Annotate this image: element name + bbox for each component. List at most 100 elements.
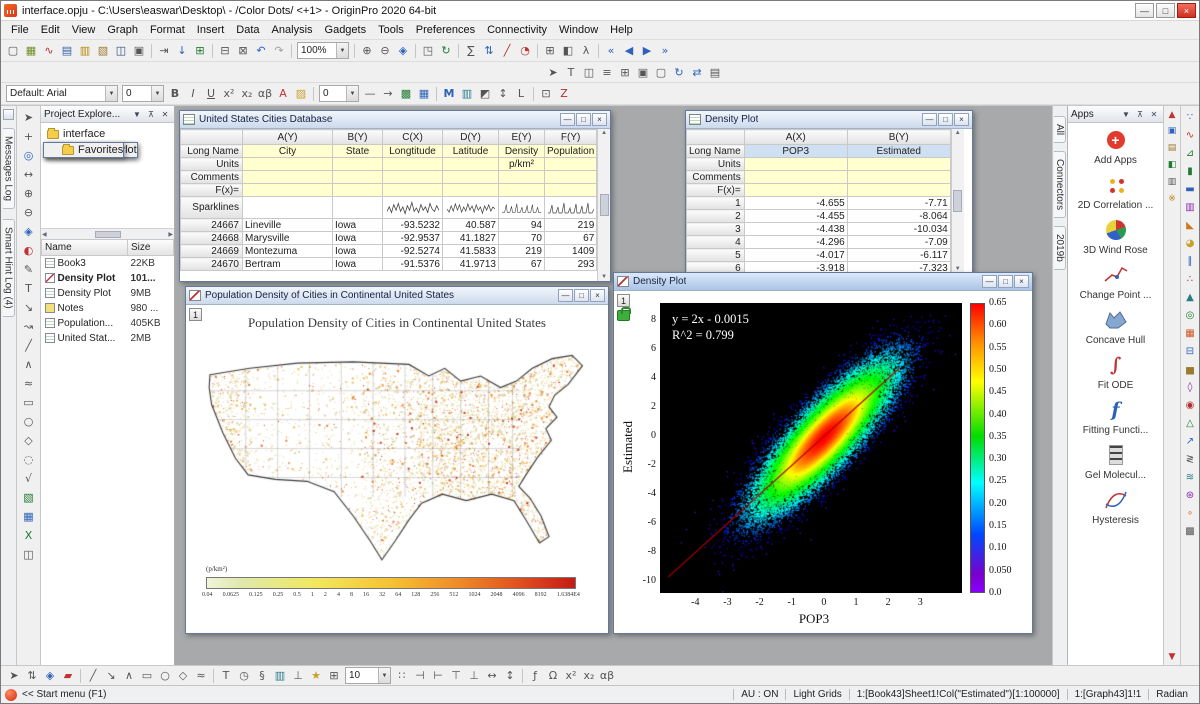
dock-tab[interactable]: Messages Log — [3, 128, 15, 209]
draw-data-tool[interactable]: ✎ — [19, 260, 39, 279]
apps-dock-tab[interactable]: 2019b — [1054, 226, 1066, 270]
scroll-thumb[interactable] — [95, 231, 121, 238]
app-item-concave-hull[interactable]: Concave Hull — [1070, 307, 1161, 346]
pointer-tool[interactable]: ➤ — [19, 108, 39, 127]
sparkline-population[interactable] — [545, 197, 597, 219]
chevron-down-icon[interactable]: ▼ — [346, 86, 358, 101]
new-freehand-button[interactable]: ≈ — [192, 667, 210, 684]
column-header[interactable]: E(Y) — [499, 130, 545, 145]
cell[interactable]: 219 — [499, 245, 545, 258]
region-tool[interactable]: ◌ — [19, 450, 39, 469]
long-name-cell[interactable]: POP3 — [744, 145, 847, 158]
duplicate-window-button[interactable]: ◳ — [419, 42, 437, 59]
new-notes-button[interactable]: ▥ — [76, 42, 94, 59]
row-number[interactable]: 3 — [687, 223, 745, 236]
open-button[interactable]: ▧ — [94, 42, 112, 59]
pointer-mode-button[interactable]: ➤ — [544, 64, 562, 81]
menu-item[interactable]: Edit — [35, 22, 66, 38]
group-objects-button[interactable]: ⊞ — [616, 64, 634, 81]
restore-button[interactable]: □ — [938, 113, 953, 126]
scroll-right-icon[interactable]: ▶ — [168, 231, 173, 238]
move-plot-button[interactable]: ◈ — [41, 667, 59, 684]
row-number[interactable]: 24668 — [181, 232, 243, 245]
row-label[interactable]: Comments — [181, 171, 243, 184]
reorder-button[interactable]: ⇅ — [23, 667, 41, 684]
print-button[interactable]: ▣ — [130, 42, 148, 59]
mask-range-tool[interactable]: ◐ — [19, 241, 39, 260]
new-line-button[interactable]: ╱ — [84, 667, 102, 684]
row-label[interactable]: Long Name — [687, 145, 745, 158]
cell[interactable]: -8.064 — [847, 210, 950, 223]
add-text-tool-button[interactable]: T — [217, 667, 235, 684]
apps-dock-tab[interactable]: Connectors — [1054, 151, 1066, 218]
add-color-scale-bottom-button[interactable]: ▥ — [271, 667, 289, 684]
chevron-down-icon[interactable]: ▼ — [1120, 108, 1132, 120]
first-window-button[interactable]: « — [602, 42, 620, 59]
row-label[interactable]: Sparklines — [181, 197, 243, 219]
save-project-button[interactable]: ◫ — [112, 42, 130, 59]
add-xy-scaler-button[interactable]: ⊥ — [289, 667, 307, 684]
menu-item[interactable]: Connectivity — [481, 22, 553, 38]
cell[interactable]: Lineville — [243, 219, 333, 232]
apps-dock-tab[interactable]: All — [1054, 116, 1066, 143]
arrow-style-button[interactable]: → — [379, 85, 397, 102]
app-item-add-apps[interactable]: + Add Apps — [1070, 127, 1161, 166]
row-number[interactable]: 24667 — [181, 219, 243, 232]
cell[interactable]: -92.5274 — [383, 245, 443, 258]
zoom-in-button[interactable]: ⊕ — [358, 42, 376, 59]
add-star-button[interactable]: ★ — [307, 667, 325, 684]
app-item-gel-molecular[interactable]: Gel Molecul... — [1070, 442, 1161, 481]
pointer-select-button[interactable]: ➤ — [5, 667, 23, 684]
flip-object-button[interactable]: ⇄ — [688, 64, 706, 81]
import-excel-button[interactable]: ⊞ — [191, 42, 209, 59]
distribute-vertical-button[interactable]: ↕ — [501, 667, 519, 684]
bring-to-front-button[interactable]: ▣ — [634, 64, 652, 81]
restore-button[interactable]: □ — [998, 275, 1013, 288]
tree-item-root[interactable]: interface — [43, 126, 172, 142]
minimize-button[interactable]: — — [982, 275, 997, 288]
file-row[interactable]: Book3 22KB — [42, 255, 174, 271]
cell[interactable]: -93.5232 — [383, 219, 443, 232]
sparkline-latitude[interactable] — [443, 197, 499, 219]
polar-plot-button[interactable]: ◉ — [1182, 396, 1199, 414]
new-graph-button[interactable]: ∿ — [40, 42, 58, 59]
line-style-button[interactable]: — — [361, 85, 379, 102]
file-row[interactable]: Density Plot 101... — [42, 271, 174, 286]
polygon-tool[interactable]: ◇ — [19, 431, 39, 450]
chevron-down-icon[interactable]: ▼ — [105, 86, 117, 101]
us-map-canvas[interactable] — [202, 349, 592, 561]
chevron-down-icon[interactable]: ▼ — [336, 43, 348, 58]
stock-chart-button[interactable]: ≷ — [1182, 450, 1199, 468]
layer-properties-button[interactable]: ◩ — [476, 85, 494, 102]
column-header[interactable]: C(X) — [383, 130, 443, 145]
sort-button[interactable]: ⇅ — [480, 42, 498, 59]
cell[interactable]: 219 — [545, 219, 597, 232]
menu-item[interactable]: Gadgets — [319, 22, 373, 38]
text-tool[interactable]: T — [19, 279, 39, 298]
density-color-scale[interactable] — [970, 303, 985, 593]
layer-1-button[interactable]: 1 — [617, 294, 630, 307]
line-plot-button[interactable]: ∿ — [1182, 126, 1199, 144]
screen-reader-tool[interactable]: + — [19, 127, 39, 146]
insert-excel-t ool[interactable]: X — [19, 526, 39, 545]
child-title-bar[interactable]: Population Density of Cities in Continen… — [186, 287, 608, 305]
3d-scatter-button[interactable]: ∴ — [1182, 270, 1199, 288]
menu-item[interactable]: Window — [553, 22, 604, 38]
smart-hint-toggle-button[interactable]: ※ — [1165, 191, 1180, 206]
align-right-edge-button[interactable]: ⊢ — [429, 667, 447, 684]
bar-plot-button[interactable]: ▬ — [1182, 180, 1199, 198]
box-chart-button[interactable]: ⊟ — [1182, 342, 1199, 360]
new-circle-button[interactable]: ○ — [156, 667, 174, 684]
row-label[interactable]: F(x)= — [181, 184, 243, 197]
insert-graph-tool[interactable]: ▧ — [19, 488, 39, 507]
add-project-path-button[interactable]: § — [253, 667, 271, 684]
close-button[interactable]: × — [1014, 275, 1029, 288]
paste-button[interactable]: ⊠ — [234, 42, 252, 59]
scroll-up-button[interactable]: ▲ — [1165, 107, 1180, 122]
scroll-down-button[interactable]: ▼ — [1165, 649, 1180, 664]
tree-scrollbar[interactable]: ◀ ▶ — [41, 229, 174, 240]
pie-chart-button[interactable]: ◕ — [1182, 234, 1199, 252]
highlight-color-button[interactable]: ▨ — [292, 85, 310, 102]
rotate-object-button[interactable]: ↻ — [670, 64, 688, 81]
cell[interactable]: -4.455 — [744, 210, 847, 223]
